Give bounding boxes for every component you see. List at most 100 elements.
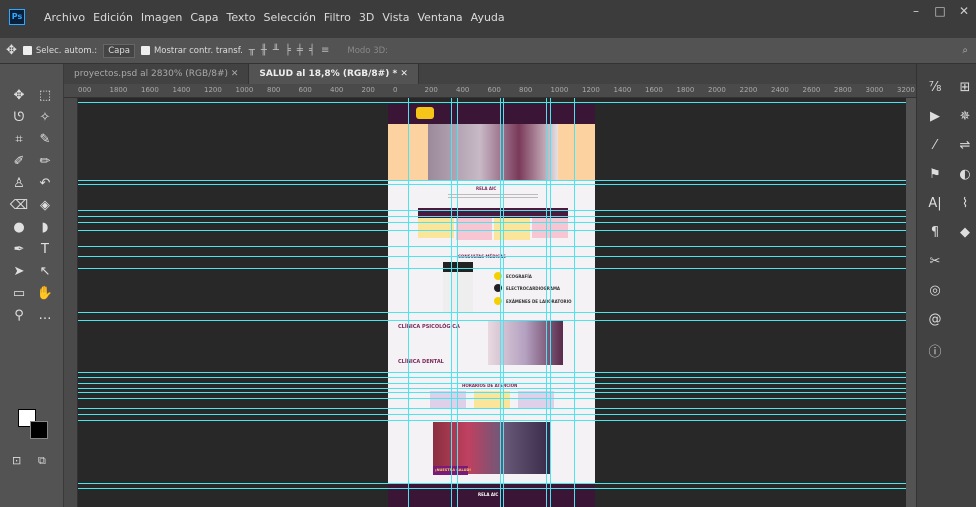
type-tool-icon[interactable]: T — [34, 240, 56, 259]
paths-icon[interactable]: ⌇ — [955, 196, 975, 211]
tool-presets-icon[interactable]: ✂ — [925, 254, 945, 269]
menu-vista[interactable]: Vista — [378, 11, 413, 24]
quick-mask-icon[interactable]: ⊡ — [12, 454, 21, 467]
background-color[interactable] — [30, 421, 48, 439]
marquee-tool-icon[interactable]: ⬚ — [34, 86, 56, 105]
paragraph-icon[interactable]: ¶ — [925, 225, 945, 240]
close-icon[interactable]: ✕ — [952, 0, 976, 22]
horizontal-guide[interactable] — [78, 414, 906, 415]
horizontal-guide[interactable] — [78, 256, 906, 257]
horizontal-guide[interactable] — [78, 372, 906, 373]
menu-texto[interactable]: Texto — [223, 11, 260, 24]
clone-source-icon[interactable]: ⚑ — [925, 167, 945, 182]
properties-icon[interactable]: ◎ — [925, 283, 945, 298]
brush-tool-icon[interactable]: ✏ — [34, 152, 56, 171]
hand-tool-icon[interactable]: ✋ — [34, 284, 56, 303]
horizontal-guide[interactable] — [78, 398, 906, 399]
history-icon[interactable]: ⅞ — [925, 80, 945, 95]
vertical-guide[interactable] — [500, 98, 501, 507]
horizontal-guide[interactable] — [78, 210, 906, 211]
color-wheel-icon[interactable]: ✵ — [955, 109, 975, 124]
align-right-icon[interactable]: ╡ — [309, 45, 315, 56]
play-icon[interactable]: ▶ — [925, 109, 945, 124]
horizontal-guide[interactable] — [78, 246, 906, 247]
vertical-guide[interactable] — [550, 98, 551, 507]
grid-icon[interactable]: ⊞ — [955, 80, 975, 95]
horizontal-guide[interactable] — [78, 488, 906, 489]
lasso-tool-icon[interactable]: ᘎ — [8, 108, 30, 127]
adjustments-icon[interactable]: ⇌ — [955, 138, 975, 153]
crop-tool-icon[interactable]: ⌗ — [8, 130, 30, 149]
align-center-icon[interactable]: ╪ — [297, 45, 303, 56]
minimize-icon[interactable]: – — [904, 0, 928, 22]
horizontal-guide[interactable] — [78, 312, 906, 313]
glyphs-icon[interactable]: @ — [925, 312, 945, 327]
show-transform-checkbox[interactable]: Mostrar contr. transf. — [140, 46, 243, 56]
vertical-guide[interactable] — [408, 98, 409, 507]
vertical-guide[interactable] — [503, 98, 504, 507]
search-icon[interactable]: ⌕ — [962, 45, 968, 56]
path-select-icon[interactable]: ➤ — [8, 262, 30, 281]
vertical-guide[interactable] — [457, 98, 458, 507]
menu-3d[interactable]: 3D — [355, 11, 378, 24]
blur-tool-icon[interactable]: ● — [8, 218, 30, 237]
paint-bucket-icon[interactable]: ◈ — [34, 196, 56, 215]
menu-ayuda[interactable]: Ayuda — [467, 11, 509, 24]
dodge-tool-icon[interactable]: ◗ — [34, 218, 56, 237]
character-icon[interactable]: A| — [925, 196, 945, 211]
menu-seleccion[interactable]: Selección — [259, 11, 319, 24]
horizontal-guide[interactable] — [78, 222, 906, 223]
horizontal-guide[interactable] — [78, 408, 906, 409]
move-tool-icon[interactable]: ✥ — [6, 43, 17, 58]
history-brush-icon[interactable]: ↶ — [34, 174, 56, 193]
layer-select[interactable]: Capa — [103, 43, 135, 58]
menu-edicion[interactable]: Edición — [89, 11, 137, 24]
layers-icon[interactable]: ◆ — [955, 225, 975, 240]
zoom-tool-icon[interactable]: ⚲ — [8, 306, 30, 325]
direct-select-icon[interactable]: ↖ — [34, 262, 56, 281]
move-tool-icon[interactable]: ✥ — [8, 86, 30, 105]
menu-capa[interactable]: Capa — [186, 11, 222, 24]
stamp-tool-icon[interactable]: ♙ — [8, 174, 30, 193]
align-left-icon[interactable]: ╞ — [285, 45, 291, 56]
horizontal-guide[interactable] — [78, 184, 906, 185]
info-icon[interactable]: ⓘ — [925, 341, 945, 360]
horizontal-guide[interactable] — [78, 388, 906, 389]
document-page[interactable]: RELA AIC CONSULTAS MÉDICAS ECOGRAFÍA ELE… — [388, 104, 595, 507]
menu-ventana[interactable]: Ventana — [413, 11, 466, 24]
more-tools-icon[interactable]: … — [34, 306, 56, 325]
horizontal-guide[interactable] — [78, 392, 906, 393]
healing-brush-icon[interactable]: ✐ — [8, 152, 30, 171]
align-bottom-icon[interactable]: ╨ — [273, 45, 279, 56]
horizontal-guide[interactable] — [78, 383, 906, 384]
auto-select-checkbox[interactable]: Selec. autom.: — [22, 46, 97, 56]
horizontal-guide[interactable] — [78, 483, 906, 484]
vertical-guide[interactable] — [574, 98, 575, 507]
horizontal-guide[interactable] — [78, 320, 906, 321]
channels-icon[interactable]: ◐ — [955, 167, 975, 182]
pen-tool-icon[interactable]: ✒ — [8, 240, 30, 259]
tab-salud[interactable]: SALUD al 18,8% (RGB/8#) * ✕ — [249, 64, 419, 84]
menu-archivo[interactable]: Archivo — [40, 11, 89, 24]
horizontal-guide[interactable] — [78, 216, 906, 217]
align-top-icon[interactable]: ╥ — [249, 45, 255, 56]
tab-proyectos[interactable]: proyectos.psd al 2830% (RGB/8#) ✕ — [64, 64, 250, 84]
distribute-icon[interactable]: ≡ — [321, 45, 329, 56]
horizontal-guide[interactable] — [78, 180, 906, 181]
vertical-guide[interactable] — [451, 98, 452, 507]
brush-settings-icon[interactable]: ⁄ — [925, 138, 945, 153]
rectangle-tool-icon[interactable]: ▭ — [8, 284, 30, 303]
maximize-icon[interactable]: □ — [928, 0, 952, 22]
eyedropper-icon[interactable]: ✎ — [34, 130, 56, 149]
horizontal-guide[interactable] — [78, 102, 906, 103]
horizontal-guide[interactable] — [78, 230, 906, 231]
horizontal-guide[interactable] — [78, 377, 906, 378]
horizontal-guide[interactable] — [78, 420, 906, 421]
menu-filtro[interactable]: Filtro — [320, 11, 355, 24]
magic-wand-icon[interactable]: ✧ — [34, 108, 56, 127]
menu-imagen[interactable]: Imagen — [137, 11, 186, 24]
horizontal-guide[interactable] — [78, 268, 906, 269]
screen-mode-icon[interactable]: ⧉ — [38, 454, 46, 468]
align-middle-icon[interactable]: ╫ — [261, 45, 267, 56]
eraser-tool-icon[interactable]: ⌫ — [8, 196, 30, 215]
